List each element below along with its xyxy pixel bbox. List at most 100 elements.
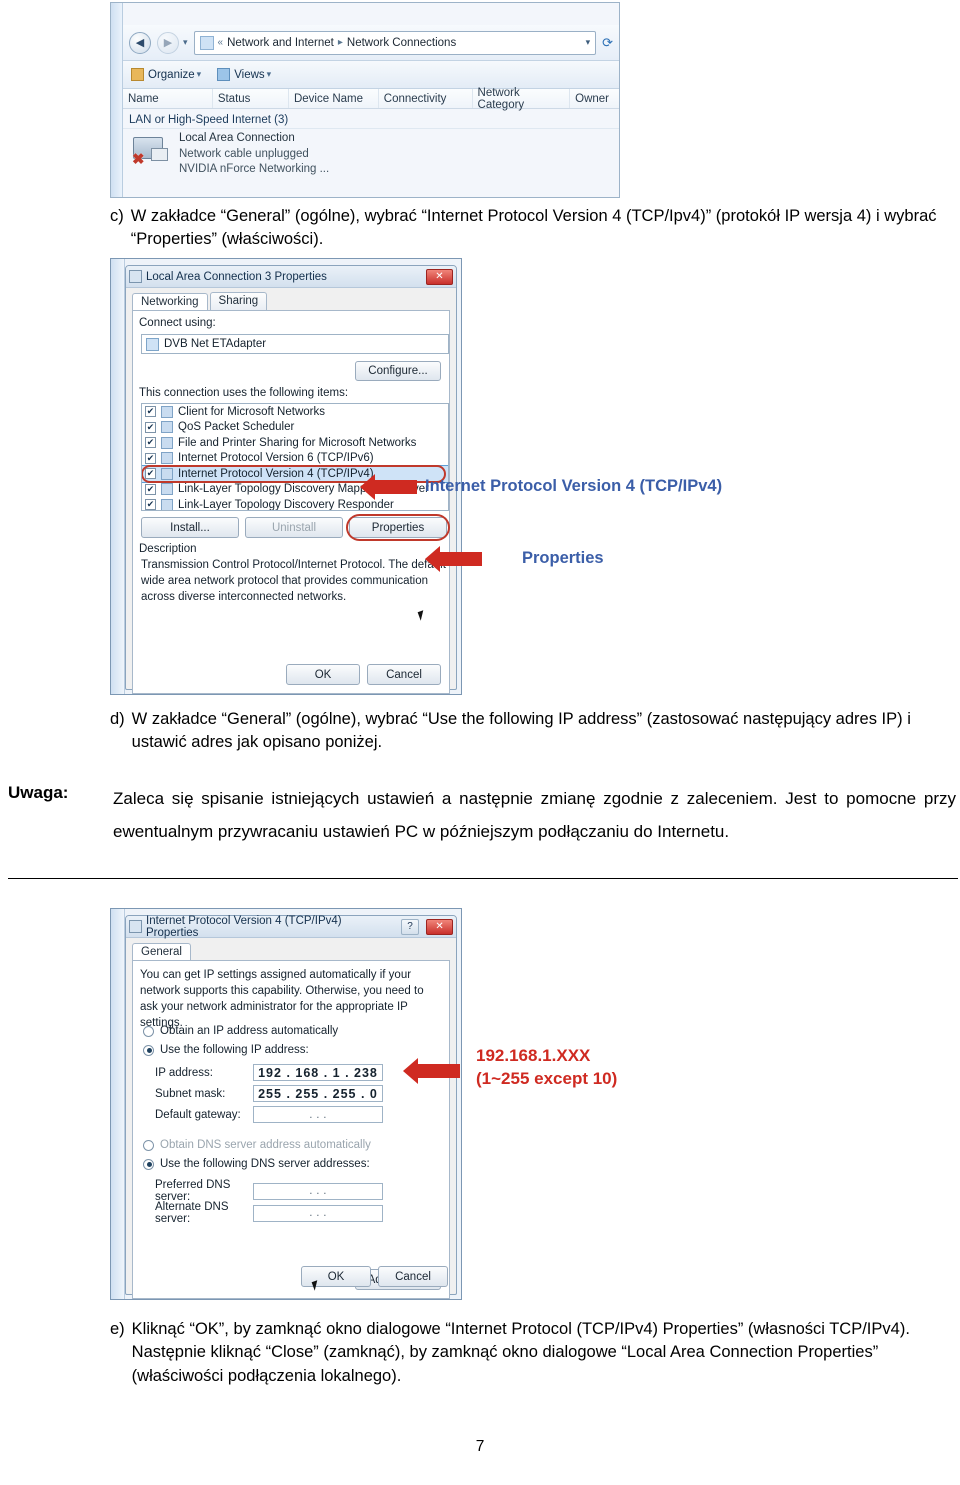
alternate-dns-input[interactable]: . . . (253, 1204, 383, 1222)
ok-button[interactable]: OK (286, 664, 360, 685)
step-d-marker: d) (110, 710, 125, 728)
back-arrow-icon[interactable]: ◀ (129, 31, 151, 54)
callout-arrow-ip (403, 1058, 460, 1084)
adapter-combo[interactable]: DVB Net ETAdapter (141, 334, 449, 354)
views-button[interactable]: Views ▾ (217, 68, 271, 81)
step-c-text: W zakładce “General” (ogólne), wybrać “I… (130, 207, 937, 249)
list-item[interactable]: ✖ Local Area Connection Network cable un… (131, 131, 619, 178)
refresh-icon[interactable]: ⟳ (602, 35, 613, 51)
explorer-toolbar[interactable]: Organize ▾ Views ▾ (123, 61, 619, 89)
step-d-paragraph: d) W zakładce “General” (ogólne), wybrać… (110, 708, 955, 755)
column-header-network-category[interactable]: Network Category (473, 87, 571, 111)
lan-properties-screenshot: Local Area Connection 3 Properties ✕ Net… (110, 258, 462, 695)
list-item[interactable]: ✔ File and Printer Sharing for Microsoft… (142, 435, 448, 451)
properties-button[interactable]: Properties (346, 514, 450, 541)
checkbox-checked-icon[interactable]: ✔ (145, 468, 156, 480)
breadcrumb-double-sep: « (217, 37, 224, 48)
radio-icon[interactable] (143, 1025, 154, 1037)
list-item[interactable]: ✔ Internet Protocol Version 6 (TCP/IPv6) (142, 451, 448, 467)
radio-label: Obtain an IP address automatically (160, 1025, 339, 1037)
radio-obtain-dns-automatically[interactable]: Obtain DNS server address automatically (143, 1139, 371, 1151)
install-button[interactable]: Install... (141, 517, 239, 538)
radio-use-following-dns[interactable]: Use the following DNS server addresses: (143, 1158, 370, 1170)
radio-icon[interactable] (143, 1139, 154, 1151)
uninstall-button[interactable]: Uninstall (245, 517, 343, 538)
list-item-label: Client for Microsoft Networks (178, 405, 325, 418)
network-icon-2 (129, 920, 142, 933)
preferred-dns-row: Preferred DNS server: . . . (155, 1179, 383, 1203)
organize-chevron-down-icon[interactable]: ▾ (197, 69, 202, 80)
radio-obtain-ip-automatically[interactable]: Obtain an IP address automatically (143, 1025, 338, 1037)
column-header-owner[interactable]: Owner (570, 89, 619, 108)
column-header-device-name[interactable]: Device Name (289, 89, 379, 108)
radio-selected-icon[interactable] (143, 1158, 154, 1170)
default-gateway-input[interactable]: . . . (253, 1106, 383, 1123)
explorer-column-headers[interactable]: Name Status Device Name Connectivity Net… (123, 87, 619, 111)
default-gateway-label: Default gateway: (155, 1108, 241, 1121)
checkbox-checked-icon[interactable]: ✔ (145, 437, 156, 449)
checkbox-checked-icon[interactable]: ✔ (145, 499, 156, 510)
list-item-label: Internet Protocol Version 4 (TCP/IPv4) (178, 467, 374, 480)
column-header-name[interactable]: Name (123, 89, 213, 108)
cancel-button-2[interactable]: Cancel (378, 1266, 448, 1287)
list-action-buttons: Install... Uninstall Properties (141, 514, 450, 541)
ip-address-input[interactable]: 192 . 168 . 1 . 238 (253, 1064, 383, 1081)
callout-arrow-properties (425, 546, 482, 572)
step-c-paragraph: c) W zakładce “General” (ogólne), wybrać… (110, 205, 950, 252)
column-header-connectivity[interactable]: Connectivity (379, 89, 473, 108)
radio-selected-icon[interactable] (143, 1044, 154, 1056)
cancel-button[interactable]: Cancel (367, 664, 441, 685)
protocol-icon (161, 436, 173, 449)
tab-sharing[interactable]: Sharing (209, 292, 268, 310)
intro-text: You can get IP settings assigned automat… (140, 969, 424, 1030)
tab-general[interactable]: General (132, 943, 191, 961)
screenshot-left-band-2 (111, 259, 125, 694)
step-c-marker: c) (110, 207, 124, 225)
protocol-icon (161, 467, 173, 480)
screenshot-left-band (111, 3, 123, 197)
connection-device: NVIDIA nForce Networking ... (179, 163, 330, 176)
dialog-title: Local Area Connection 3 Properties (146, 270, 327, 283)
dialog-title-2: Internet Protocol Version 4 (TCP/IPv4) P… (146, 914, 342, 939)
views-icon (217, 68, 231, 81)
tab-networking[interactable]: Networking (132, 293, 208, 311)
breadcrumb-item-network-and-internet[interactable]: Network and Internet (227, 37, 334, 49)
checkbox-checked-icon[interactable]: ✔ (145, 406, 156, 418)
callout-ip-line2: (1~255 except 10) (476, 1068, 618, 1088)
column-header-status[interactable]: Status (213, 89, 289, 108)
chevron-down-icon[interactable]: ▾ (183, 37, 188, 48)
checkbox-checked-icon[interactable]: ✔ (145, 421, 156, 433)
help-icon[interactable]: ? (401, 918, 420, 935)
list-item[interactable]: ✔ QoS Packet Scheduler (142, 420, 448, 436)
organize-label: Organize (148, 68, 195, 81)
callout-arrow-protocol (360, 474, 417, 500)
views-chevron-down-icon[interactable]: ▾ (267, 69, 272, 80)
list-item[interactable]: ✔ Client for Microsoft Networks (142, 404, 448, 420)
dialog-tabstrip[interactable]: Networking Sharing (126, 288, 456, 311)
dialog-tabstrip-2[interactable]: General (126, 938, 456, 961)
organize-button[interactable]: Organize ▾ (131, 68, 201, 81)
breadcrumb-chevron-down-icon[interactable]: ▾ (586, 37, 591, 48)
dialog-titlebar[interactable]: Local Area Connection 3 Properties ✕ (126, 266, 456, 288)
forward-arrow-icon[interactable]: ▶ (157, 31, 179, 54)
subnet-mask-input[interactable]: 255 . 255 . 255 . 0 (253, 1085, 383, 1102)
breadcrumb-item-network-connections[interactable]: Network Connections (347, 37, 456, 49)
alternate-dns-label: Alternate DNS server: (155, 1201, 229, 1225)
configure-button[interactable]: Configure... (355, 361, 441, 381)
dialog-titlebar-2[interactable]: Internet Protocol Version 4 (TCP/IPv4) P… (126, 914, 456, 939)
protocol-list[interactable]: ✔ Client for Microsoft Networks ✔ QoS Pa… (141, 403, 449, 511)
breadcrumb[interactable]: « Network and Internet ▸ Network Connect… (193, 30, 597, 55)
close-icon-2[interactable]: ✕ (426, 918, 453, 935)
radio-label: Use the following DNS server addresses: (160, 1158, 370, 1170)
explorer-address-bar[interactable]: ◀ ▶ ▾ « Network and Internet ▸ Network C… (123, 25, 619, 61)
general-panel: You can get IP settings assigned automat… (132, 960, 450, 1299)
radio-use-following-ip[interactable]: Use the following IP address: (143, 1044, 309, 1056)
close-icon[interactable]: ✕ (426, 268, 453, 285)
checkbox-checked-icon[interactable]: ✔ (145, 452, 156, 464)
ip-address-label: IP address: (155, 1066, 213, 1079)
protocol-icon (161, 498, 173, 510)
preferred-dns-input[interactable]: . . . (253, 1182, 383, 1200)
list-item[interactable]: ✔ Link-Layer Topology Discovery Responde… (142, 497, 448, 510)
checkbox-checked-icon[interactable]: ✔ (145, 483, 156, 495)
list-item-label: QoS Packet Scheduler (178, 421, 295, 434)
